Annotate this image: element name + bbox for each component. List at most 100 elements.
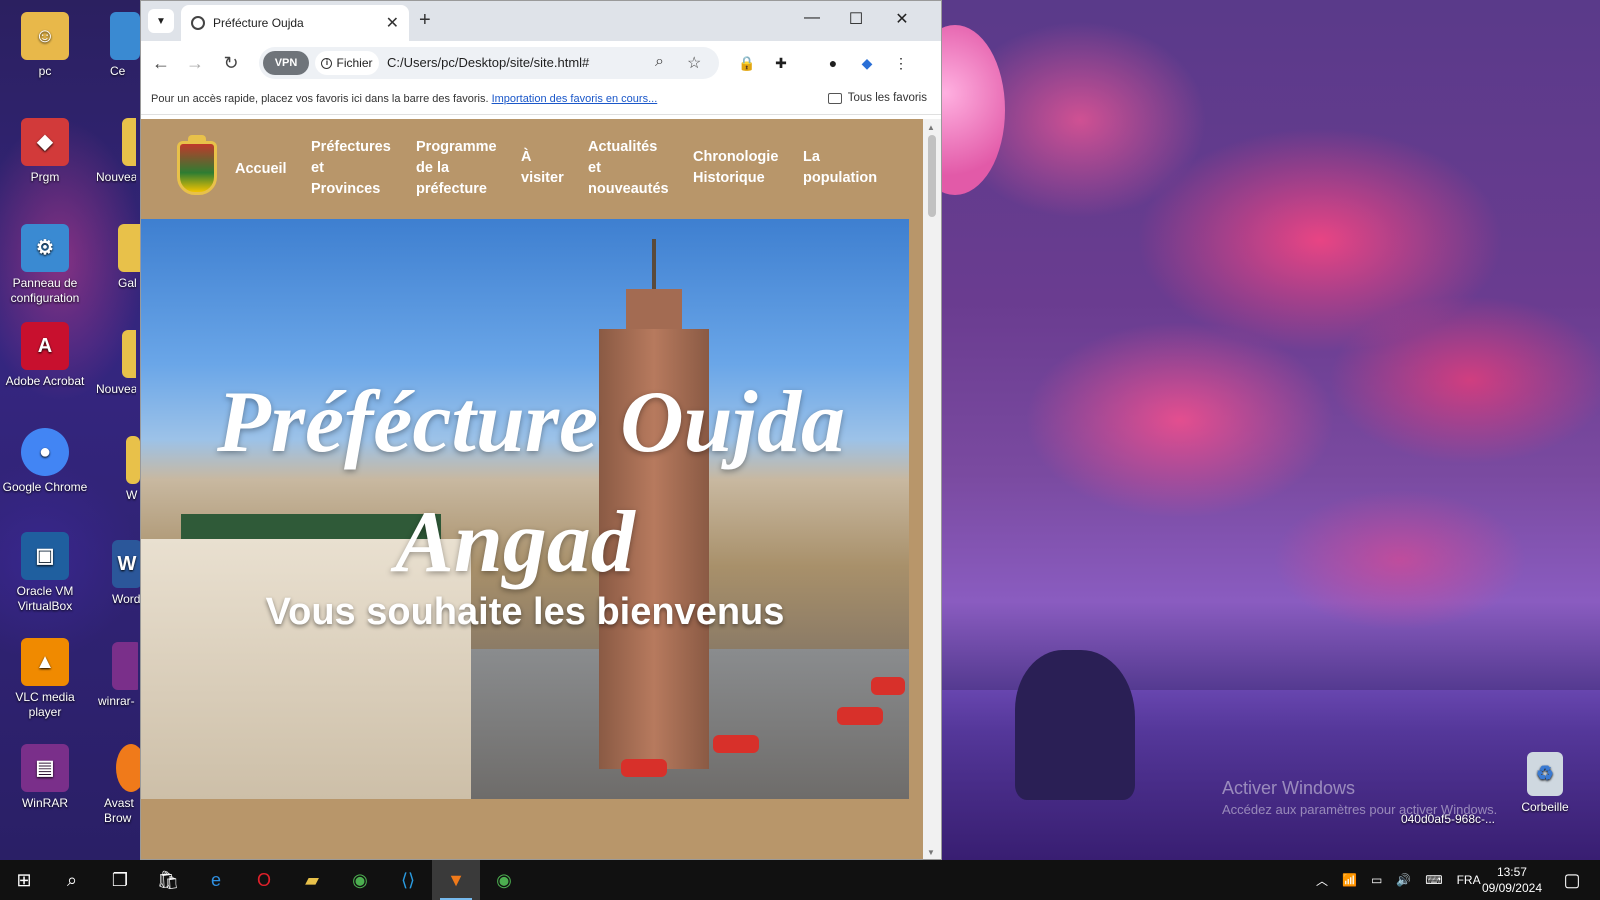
- nav-accueil[interactable]: Accueil: [235, 159, 287, 180]
- desktop-icon-control-panel[interactable]: ⚙ Panneau de configuration: [0, 224, 90, 306]
- site-info-chip[interactable]: i Fichier: [315, 51, 379, 75]
- action-center-button[interactable]: ▢: [1548, 860, 1596, 900]
- car: [837, 707, 883, 725]
- task-view-button[interactable]: ❐: [96, 860, 144, 900]
- scroll-thumb[interactable]: [928, 135, 936, 217]
- chrome-icon: ●: [21, 428, 69, 476]
- hero-title-line1: Préfécture Oujda: [216, 374, 846, 471]
- close-tab-icon[interactable]: ✕: [386, 13, 399, 33]
- extensions-icon[interactable]: ✚: [771, 53, 791, 73]
- arrow-left-icon: ←: [152, 52, 170, 73]
- coat-of-arms-logo[interactable]: [177, 135, 217, 195]
- winrar-icon: ▤: [21, 744, 69, 792]
- profile-icon[interactable]: ●: [823, 53, 843, 73]
- network-icon[interactable]: 📶: [1342, 873, 1357, 887]
- address-bar[interactable]: VPN i Fichier C:/Users/pc/Desktop/site/s…: [259, 47, 719, 79]
- taskbar-edge[interactable]: e: [192, 860, 240, 900]
- battery-icon[interactable]: ▭: [1371, 873, 1382, 887]
- folder-icon: [122, 330, 136, 378]
- desktop-icon-winrar[interactable]: ▤ WinRAR: [0, 744, 90, 811]
- taskbar-chrome-profile[interactable]: ◉: [480, 860, 528, 900]
- scroll-up-icon[interactable]: ▲: [927, 123, 935, 132]
- desktop-icon-folder-3[interactable]: Nouveau: [96, 330, 136, 397]
- taskbar-brave[interactable]: ▼: [432, 860, 480, 900]
- minimize-button[interactable]: —: [797, 9, 827, 27]
- vscode-icon: ⟨⟩: [400, 869, 416, 890]
- import-bookmarks-link[interactable]: Importation des favoris en cours...: [492, 93, 658, 105]
- password-manager-icon[interactable]: 🔒: [737, 53, 757, 73]
- tab-active[interactable]: Préfécture Oujda ✕: [181, 5, 409, 41]
- control-panel-icon: ⚙: [21, 224, 69, 272]
- hero-title-line2: Angad: [395, 494, 635, 591]
- taskbar-store[interactable]: 🛍: [144, 860, 192, 900]
- scroll-down-icon[interactable]: ▼: [927, 848, 935, 857]
- url-text[interactable]: C:/Users/pc/Desktop/site/site.html#: [387, 55, 589, 70]
- nav-a-visiter[interactable]: À visiter: [521, 147, 564, 189]
- desktop-icon-winrar-2[interactable]: winrar-: [98, 642, 138, 709]
- nav-chronologie[interactable]: Chronologie Historique: [693, 147, 778, 189]
- vpn-chip[interactable]: VPN: [263, 51, 309, 75]
- page-scrollbar[interactable]: ▲ ▼: [923, 119, 941, 859]
- reload-button[interactable]: ↻: [217, 51, 245, 75]
- winrar-icon: [112, 642, 138, 690]
- bookmarks-bar: Pour un accès rapide, placez vos favoris…: [141, 85, 941, 115]
- info-icon: i: [321, 57, 333, 69]
- back-button[interactable]: ←: [147, 51, 175, 75]
- desktop-icon-virtualbox[interactable]: ▣ Oracle VM VirtualBox: [0, 532, 90, 614]
- all-favorites-label: Tous les favoris: [847, 92, 927, 104]
- edge-icon: e: [210, 869, 221, 890]
- desktop-icon-vlc[interactable]: ▲ VLC media player: [0, 638, 90, 720]
- bookmark-star-icon[interactable]: ☆: [687, 53, 701, 73]
- nav-programme[interactable]: Programme de la préfecture: [416, 137, 497, 200]
- folder-icon: [122, 118, 136, 166]
- virtualbox-icon: ▣: [21, 532, 69, 580]
- system-tray: ︿ 📶 ▭ 🔊 ⌨ FRA: [1316, 860, 1481, 900]
- taskbar-vscode[interactable]: ⟨⟩: [384, 860, 432, 900]
- zoom-icon[interactable]: ⌕: [655, 53, 664, 71]
- menu-kebab-icon[interactable]: ⋮: [891, 53, 911, 73]
- forward-button[interactable]: →: [181, 51, 209, 75]
- clock[interactable]: 13:57 09/09/2024: [1482, 864, 1542, 896]
- desktop-icon-recycle-bin[interactable]: ♻ Corbeille: [1500, 752, 1590, 815]
- chevron-up-icon[interactable]: ︿: [1316, 872, 1328, 889]
- all-favorites-button[interactable]: Tous les favoris: [827, 92, 927, 104]
- site-info-label: Fichier: [336, 56, 373, 70]
- start-button[interactable]: ⊞: [0, 860, 48, 900]
- desktop-icon-prgm[interactable]: ◆ Prgm: [0, 118, 90, 185]
- desktop-icon-chrome[interactable]: ● Google Chrome: [0, 428, 90, 495]
- word-icon: W: [112, 540, 142, 588]
- computer-icon: [110, 12, 140, 60]
- store-icon: 🛍: [156, 869, 180, 890]
- volume-icon[interactable]: 🔊: [1396, 873, 1411, 887]
- opera-icon: O: [256, 869, 271, 890]
- tab-strip: ▼ Préfécture Oujda ✕ + — ☐ ✕: [141, 1, 941, 41]
- reload-icon: ↻: [223, 52, 239, 73]
- user-folder-icon: ☺: [21, 12, 69, 60]
- desktop-icon-acrobat[interactable]: A Adobe Acrobat: [0, 322, 90, 389]
- taskbar-file-explorer[interactable]: ▰: [288, 860, 336, 900]
- tab-search-button[interactable]: ▼: [148, 9, 174, 33]
- globe-icon: [191, 16, 205, 30]
- language-indicator[interactable]: FRA: [1457, 873, 1481, 887]
- search-button[interactable]: ⌕: [48, 860, 96, 900]
- page-viewport: Accueil Préfectures et Provinces Program…: [141, 119, 923, 859]
- shield-icon[interactable]: ◆: [857, 53, 877, 73]
- car: [871, 677, 905, 695]
- activation-watermark-subtitle: Accédez aux paramètres pour activer Wind…: [1222, 802, 1498, 817]
- close-window-button[interactable]: ✕: [887, 9, 917, 29]
- programs-icon: ◆: [21, 118, 69, 166]
- chevron-down-icon: ▼: [156, 15, 166, 27]
- taskbar-chrome[interactable]: ◉: [336, 860, 384, 900]
- maximize-button[interactable]: ☐: [841, 9, 871, 29]
- desktop-icon-avast[interactable]: Avast Brow: [104, 744, 144, 826]
- folder-icon: [827, 92, 842, 104]
- nav-population[interactable]: La population: [803, 147, 877, 189]
- desktop-icon-folder-1[interactable]: Nouveau: [96, 118, 136, 185]
- nav-prefectures-provinces[interactable]: Préfectures et Provinces: [311, 137, 391, 200]
- keyboard-icon[interactable]: ⌨: [1425, 873, 1442, 887]
- new-tab-button[interactable]: +: [419, 9, 431, 32]
- desktop-icon-pc[interactable]: ☺ pc: [0, 12, 90, 79]
- arrow-right-icon: →: [186, 52, 204, 73]
- taskbar-opera[interactable]: O: [240, 860, 288, 900]
- nav-actualites[interactable]: Actualités et nouveautés: [588, 137, 669, 200]
